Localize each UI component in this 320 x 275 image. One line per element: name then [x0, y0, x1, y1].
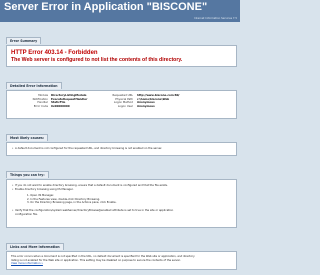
likely-causes-section: Most likely causes: • A default document…: [6, 124, 237, 156]
detailed-error-section: Detailed Error Information Module Notifi…: [6, 72, 237, 119]
detail-value: Anonymous: [137, 103, 155, 108]
bullet-icon: •: [12, 209, 14, 212]
list-item: • If you do not want to enable directory…: [12, 184, 168, 187]
try-text: If you do not want to enable directory b…: [15, 184, 168, 187]
more-info-row: View more information »: [11, 262, 43, 265]
detail-right-keys: Requested URL Physical Path Logon Method…: [77, 93, 133, 108]
likely-causes-heading: Most likely causes:: [6, 134, 49, 141]
bullet-icon: •: [12, 147, 14, 150]
detailed-error-heading: Detailed Error Information: [6, 82, 62, 89]
things-to-try-section: Things you can try: • If you do not want…: [6, 161, 237, 228]
links-body: This error occurs when a document is not…: [6, 251, 237, 270]
likely-causes-body: • A default document is not configured f…: [6, 142, 237, 156]
cause-text: A default document is not configured for…: [15, 147, 163, 150]
server-version: Internet Information Services 7.5: [194, 17, 237, 20]
list-item-continued: configuration file.: [15, 213, 38, 216]
detail-right-values: http://www.biscone.com:80/ c:\home\bisco…: [137, 93, 232, 108]
error-summary-heading: Error Summary: [6, 37, 42, 44]
detail-key: Error Code: [33, 103, 48, 108]
list-item: • Enable directory browsing using IIS Ma…: [12, 188, 74, 191]
links-section: Links and More Information This error oc…: [6, 233, 237, 270]
more-info-link[interactable]: View more information »: [11, 262, 43, 265]
bullet-icon: •: [12, 188, 14, 191]
try-text: configuration file.: [15, 212, 38, 216]
error-summary-section: Error Summary HTTP Error 403.14 - Forbid…: [6, 27, 237, 67]
detailed-error-body: Module Notification Handler Error Code D…: [6, 90, 237, 119]
content: Error Summary HTTP Error 403.14 - Forbid…: [6, 27, 237, 275]
page-header: Server Error in Application "BISCONE" In…: [0, 0, 240, 22]
error-message: The Web server is configured to not list…: [11, 57, 183, 63]
error-code: HTTP Error 403.14 - Forbidden: [11, 50, 98, 56]
page-title: Server Error in Application "BISCONE": [4, 1, 208, 13]
detail-value: 0x00000000: [51, 103, 70, 108]
bullet-icon: •: [12, 184, 14, 187]
links-heading: Links and More Information: [6, 243, 64, 250]
detail-key: Logon User: [117, 103, 133, 108]
detail-left-keys: Module Notification Handler Error Code: [10, 93, 48, 108]
try-text: Verify that the configuration/system.web…: [15, 209, 174, 212]
step-item: 3. On the Directory Browsing page, in th…: [27, 201, 117, 204]
try-text: Enable directory browsing using IIS Mana…: [15, 188, 74, 191]
list-item: • Verify that the configuration/system.w…: [12, 209, 174, 212]
list-item: • A default document is not configured f…: [12, 147, 163, 150]
things-to-try-heading: Things you can try:: [6, 171, 49, 178]
error-summary-body: HTTP Error 403.14 - Forbidden The Web se…: [6, 45, 237, 67]
things-to-try-body: • If you do not want to enable directory…: [6, 179, 237, 228]
